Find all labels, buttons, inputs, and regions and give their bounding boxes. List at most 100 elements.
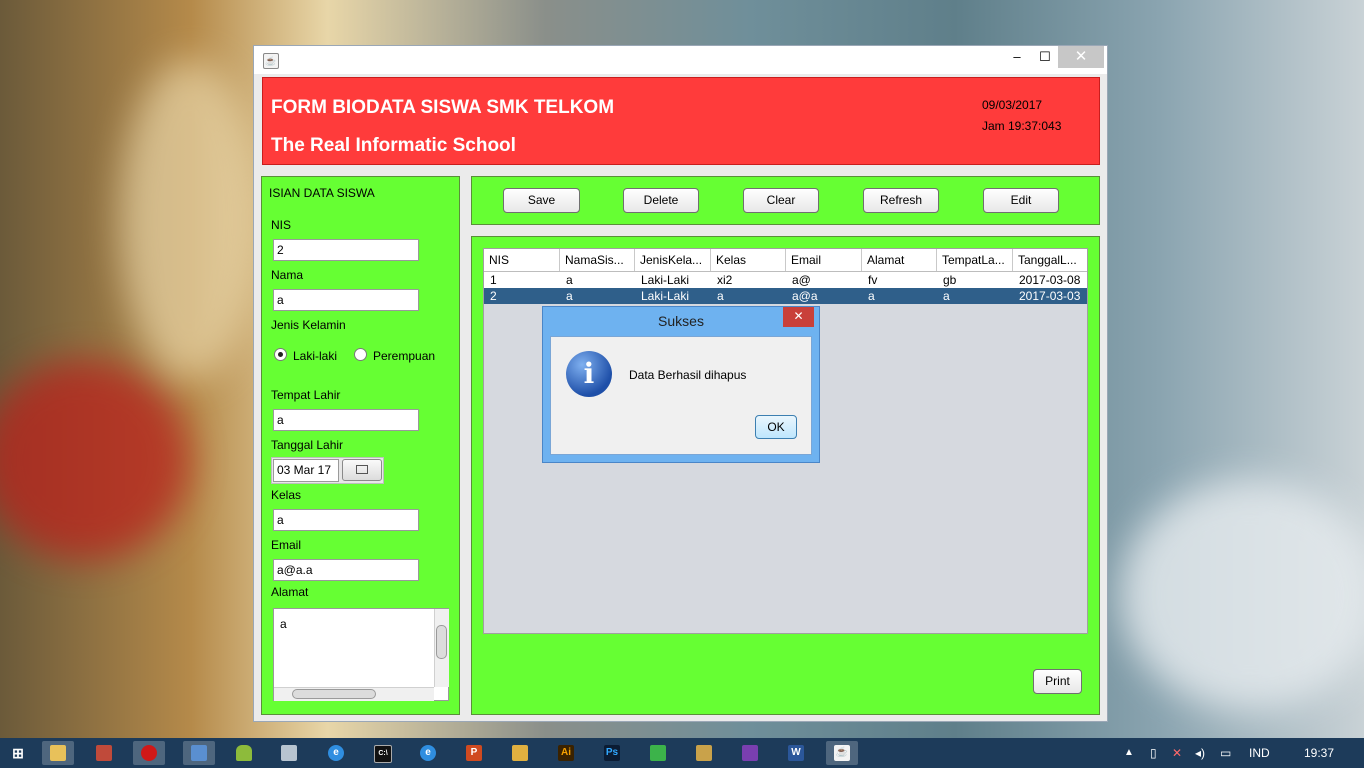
powerpoint-icon: P [466,745,482,761]
tool-icon [281,745,297,761]
laki-laki-label: Laki-laki [293,349,338,363]
taskbar-notepad[interactable] [642,741,674,765]
ie-icon: e [420,745,436,761]
horizontal-scroll-thumb[interactable] [292,689,376,699]
table-cell: xi2 [717,273,733,287]
jenis-kelamin-label: Jenis Kelamin [271,318,346,332]
network-icon[interactable]: ✕ [1172,738,1182,768]
cmd-icon: C:\ [374,745,392,763]
taskbar-photoshop[interactable]: Ps [596,741,628,765]
alamat-scroll-pane: a [273,608,449,701]
volume-icon[interactable]: ◂) [1195,738,1205,768]
taskbar-virtualbox[interactable] [183,741,215,765]
tray-chevron-icon[interactable]: ▲ [1124,738,1134,768]
close-button[interactable]: ✕ [1058,46,1104,68]
delete-button[interactable]: Delete [623,188,699,213]
taskbar-clock[interactable]: 19:37 [1304,738,1334,768]
table-header: NIS NamaSis... JenisKela... Kelas Email … [484,249,1087,272]
column-header[interactable]: JenisKela... [635,249,711,271]
background-building [120,60,260,380]
taskbar-tool[interactable] [273,741,305,765]
notification-icon[interactable]: ▭ [1220,738,1231,768]
alamat-textarea[interactable]: a [280,617,287,631]
table-cell: 2 [490,289,497,303]
table-cell: gb [943,273,957,287]
column-header[interactable]: Kelas [711,249,786,271]
table-cell: a [566,273,573,287]
form-header: FORM BIODATA SISWA SMK TELKOM The Real I… [262,77,1100,165]
taskbar-opera[interactable] [133,741,165,765]
table-row[interactable]: 1 a Laki-Laki xi2 a@ fv gb 2017-03-08 [484,272,1087,288]
tempat-lahir-field[interactable]: a [273,409,419,431]
edit-button[interactable]: Edit [983,188,1059,213]
form-section-title: ISIAN DATA SISWA [269,186,375,200]
save-button[interactable]: Save [503,188,580,213]
header-date: 09/03/2017 [982,98,1043,112]
dialog-title: Sukses [658,313,704,329]
table-cell: fv [868,273,878,287]
column-header[interactable]: Email [786,249,862,271]
taskbar-powerpoint[interactable]: P [458,741,490,765]
ok-button[interactable]: OK [755,415,797,439]
taskbar-word[interactable]: W [780,741,812,765]
nis-field[interactable]: 2 [273,239,419,261]
table-cell: Laki-Laki [641,289,690,303]
vertical-scroll-thumb[interactable] [436,625,447,659]
taskbar-tools[interactable] [688,741,720,765]
language-indicator[interactable]: IND [1249,738,1270,768]
column-header[interactable]: TempatLa... [937,249,1013,271]
box-icon [191,745,207,761]
sukses-dialog: Sukses ✕ i Data Berhasil dihapus OK [542,306,820,463]
laki-laki-radio[interactable] [274,348,287,361]
dialog-close-button[interactable]: ✕ [783,307,814,327]
calendar-button[interactable] [342,459,382,481]
header-time: Jam 19:37:043 [982,119,1062,133]
table-cell: a [717,289,724,303]
nama-field[interactable]: a [273,289,419,311]
tools-icon [696,745,712,761]
battery-icon[interactable]: ▯ [1150,738,1157,768]
nis-label: NIS [271,218,292,232]
alamat-vertical-scrollbar[interactable] [434,609,449,687]
alamat-horizontal-scrollbar[interactable] [274,687,434,701]
table-cell: a@a [792,289,818,303]
android-icon [236,745,252,761]
taskbar-cmd[interactable]: C:\ [366,741,398,765]
taskbar-ie-2[interactable]: e [412,741,444,765]
start-button[interactable]: ⊞ [2,741,34,765]
taskbar-photos[interactable] [504,741,536,765]
column-header[interactable]: NamaSis... [560,249,635,271]
kelas-label: Kelas [271,488,302,502]
print-button[interactable]: Print [1033,669,1082,694]
dialog-body: i Data Berhasil dihapus OK [550,336,812,455]
taskbar-visual-studio[interactable] [734,741,766,765]
header-title: FORM BIODATA SISWA SMK TELKOM [271,97,615,118]
table-cell: 1 [490,273,497,287]
dialog-message: Data Berhasil dihapus [629,368,747,382]
maximize-button[interactable]: ☐ [1028,46,1062,68]
taskbar-file-explorer[interactable] [42,741,74,765]
tempat-lahir-label: Tempat Lahir [271,388,341,402]
column-header[interactable]: Alamat [862,249,937,271]
clear-button[interactable]: Clear [743,188,819,213]
perempuan-radio[interactable] [354,348,367,361]
column-header[interactable]: NIS [484,249,560,271]
column-header[interactable]: TanggalL... [1013,249,1087,271]
kelas-field[interactable]: a [273,509,419,531]
email-label: Email [271,538,302,552]
email-field[interactable]: a@a.a [273,559,419,581]
table-row-selected[interactable]: 2 a Laki-Laki a a@a a a 2017-03-03 [484,288,1087,304]
visual-studio-icon [742,745,758,761]
taskbar-illustrator[interactable]: Ai [550,741,582,765]
taskbar: ⊞ e C:\ e P Ai Ps W ☕ ▲ ▯ ✕ ◂) ▭ IND 19:… [0,738,1364,768]
refresh-button[interactable]: Refresh [863,188,939,213]
taskbar-ie[interactable]: e [320,741,352,765]
ie-icon: e [328,745,344,761]
photoshop-icon: Ps [604,745,620,761]
taskbar-java[interactable]: ☕ [826,741,858,765]
table-cell: 2017-03-08 [1019,273,1081,287]
taskbar-android[interactable] [228,741,260,765]
tanggal-lahir-field[interactable]: 03 Mar 17 [273,459,339,482]
taskbar-app[interactable] [88,741,120,765]
table-cell: a [566,289,573,303]
